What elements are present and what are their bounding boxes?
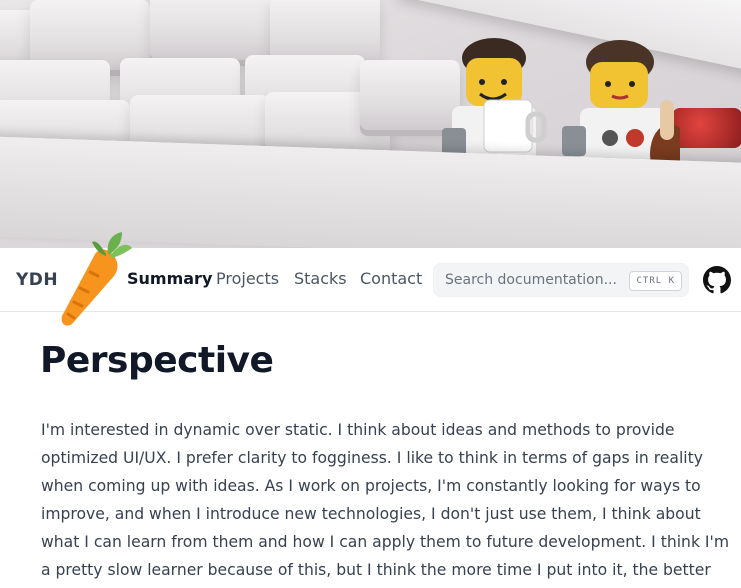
nav-summary[interactable]: Summary [127,269,212,288]
keycap [150,0,270,60]
nav-contact[interactable]: Contact [360,269,422,288]
search-placeholder: Search documentation... [445,272,617,288]
page-title: Perspective [40,340,274,381]
nav-projects[interactable]: Projects [216,269,279,288]
red-keycap [672,108,741,148]
search-shortcut-badge: CTRL K [629,271,682,291]
search-input[interactable]: Search documentation... CTRL K [433,263,689,297]
body-paragraph: I'm interested in dynamic over static. I… [41,421,730,579]
carrot-icon [61,232,132,326]
nav-stacks[interactable]: Stacks [294,269,347,288]
hero-image [0,0,741,248]
github-icon[interactable] [703,266,731,294]
